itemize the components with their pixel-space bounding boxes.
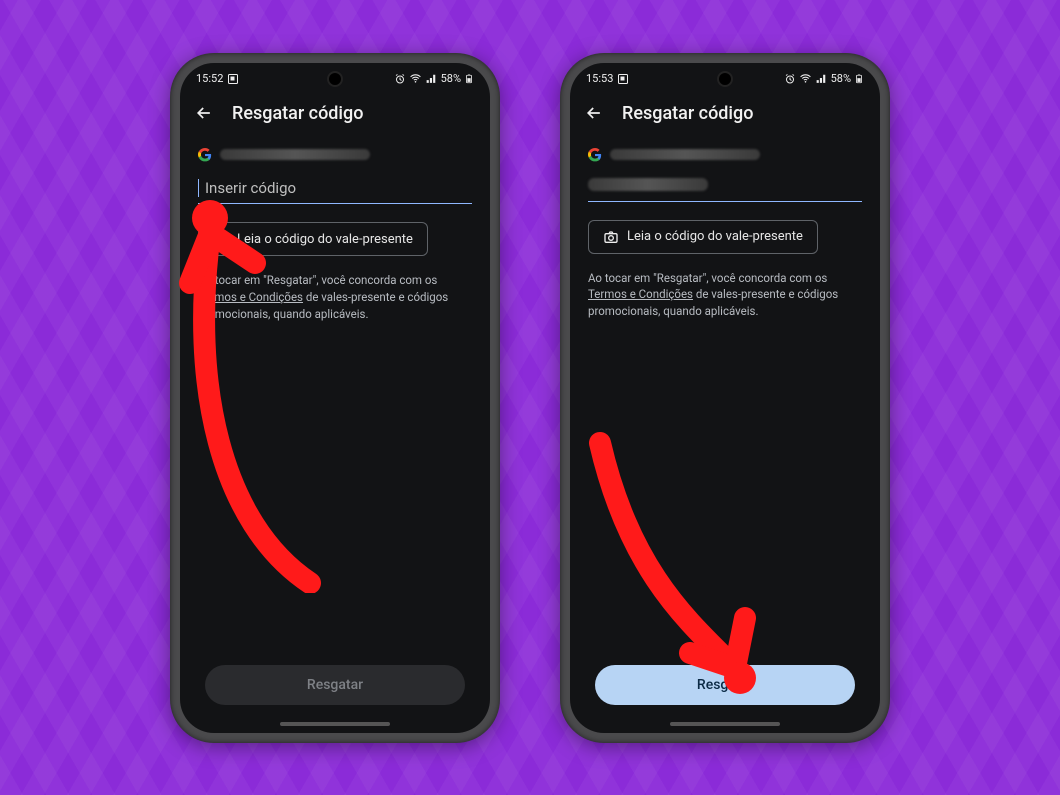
- page-title: Resgatar código: [622, 103, 753, 124]
- battery-icon: [464, 72, 474, 86]
- redeem-label: Resgatar: [307, 677, 363, 693]
- code-input[interactable]: [588, 176, 862, 202]
- terms-text: Ao tocar em "Resgatar", você concorda co…: [588, 270, 862, 320]
- front-camera: [329, 73, 341, 85]
- terms-prefix: Ao tocar em "Resgatar", você concorda co…: [198, 273, 437, 287]
- camera-icon: [603, 229, 619, 245]
- gesture-nav-handle[interactable]: [280, 722, 390, 726]
- status-time: 15:52: [196, 72, 223, 85]
- text-cursor: [198, 179, 199, 197]
- app-bar: Resgatar código: [180, 89, 490, 134]
- phone-mockup-left: 15:52 58% Resgatar código: [170, 53, 500, 743]
- terms-prefix: Ao tocar em "Resgatar", você concorda co…: [588, 271, 827, 285]
- wifi-icon: [409, 72, 422, 85]
- alarm-icon: [394, 73, 406, 85]
- account-email-redacted: [220, 149, 370, 160]
- front-camera: [719, 73, 731, 85]
- redeem-button[interactable]: Resgatar: [595, 665, 855, 705]
- page-title: Resgatar código: [232, 103, 363, 124]
- battery-icon: [854, 72, 864, 86]
- app-bar: Resgatar código: [570, 89, 880, 134]
- account-row[interactable]: [198, 148, 472, 162]
- redeem-button[interactable]: Resgatar: [205, 665, 465, 705]
- signal-icon: [425, 72, 438, 85]
- signal-icon: [815, 72, 828, 85]
- phone-screen-left: 15:52 58% Resgatar código: [180, 63, 490, 733]
- battery-pct: 58%: [831, 72, 851, 85]
- back-arrow-icon[interactable]: [584, 103, 604, 123]
- status-time: 15:53: [586, 72, 613, 85]
- google-logo-icon: [588, 148, 602, 162]
- phone-screen-right: 15:53 58% Resgatar código: [570, 63, 880, 733]
- terms-link[interactable]: Termos e Condições: [198, 290, 303, 304]
- screenshot-icon: [227, 73, 239, 85]
- battery-pct: 58%: [441, 72, 461, 85]
- terms-link[interactable]: Termos e Condições: [588, 287, 693, 301]
- code-input[interactable]: Inserir código: [198, 176, 472, 205]
- terms-text: Ao tocar em "Resgatar", você concorda co…: [198, 272, 472, 322]
- gesture-nav-handle[interactable]: [670, 722, 780, 726]
- code-placeholder: Inserir código: [205, 179, 296, 197]
- screenshot-icon: [617, 73, 629, 85]
- account-row[interactable]: [588, 148, 862, 162]
- redeem-label: Resgatar: [697, 677, 753, 693]
- alarm-icon: [784, 73, 796, 85]
- scan-button-label: Leia o código do vale-presente: [237, 232, 413, 247]
- scan-gift-card-button[interactable]: Leia o código do vale-presente: [588, 220, 818, 254]
- wifi-icon: [799, 72, 812, 85]
- phones-row: 15:52 58% Resgatar código: [0, 0, 1060, 795]
- code-value-redacted: [588, 178, 708, 191]
- back-arrow-icon[interactable]: [194, 103, 214, 123]
- scan-button-label: Leia o código do vale-presente: [627, 229, 803, 244]
- phone-mockup-right: 15:53 58% Resgatar código: [560, 53, 890, 743]
- redeem-bar: Resgatar: [570, 665, 880, 705]
- redeem-bar: Resgatar: [180, 665, 490, 705]
- camera-icon: [213, 231, 229, 247]
- account-email-redacted: [610, 149, 760, 160]
- scan-gift-card-button[interactable]: Leia o código do vale-presente: [198, 222, 428, 256]
- google-logo-icon: [198, 148, 212, 162]
